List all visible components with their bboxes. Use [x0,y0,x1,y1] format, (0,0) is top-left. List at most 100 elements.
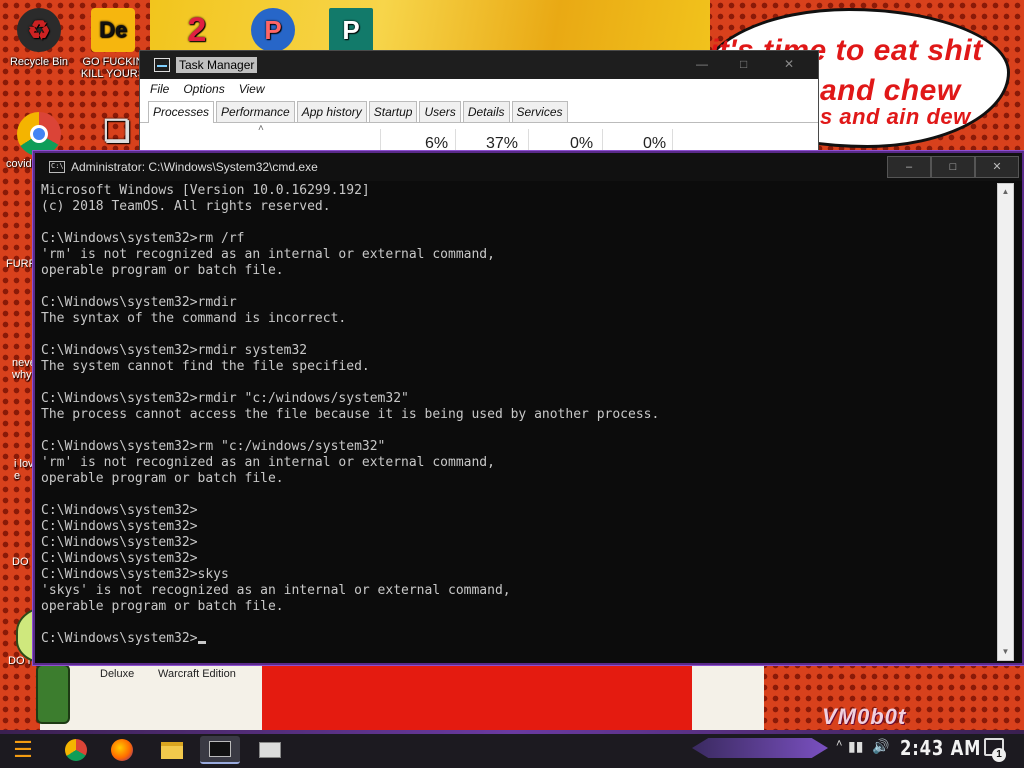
cmd-line [41,375,996,391]
cmd-line: C:\Windows\system32> [41,535,198,550]
cmd-maximize-button[interactable]: □ [931,156,975,178]
tab-processes[interactable]: Processes [148,101,215,123]
cmd-line: 'rm' is not recognized as an internal or… [41,455,495,470]
desktop-icon-publisher[interactable]: P [314,8,388,56]
tab-performance[interactable]: Performance [216,101,295,122]
cmd-titlebar[interactable]: C:\ Administrator: C:\Windows\System32\c… [35,153,1022,181]
desktop-icon-label-partial[interactable]: neve why [12,357,36,381]
cmd-line [41,423,996,439]
chrome-icon [17,112,61,156]
sort-arrow-icon[interactable]: ˄ [258,123,264,134]
taskbar-cmd[interactable] [200,736,240,764]
recycle-bin-icon: ♻ [17,8,61,52]
task-manager-title: Task Manager [176,57,258,73]
menu-file[interactable]: File [150,82,169,96]
cmd-line: operable program or batch file. [41,471,284,486]
cmd-icon: C:\ [49,161,65,173]
publisher-icon: P [329,8,373,52]
taskbar-decoration [692,738,828,758]
tab-services[interactable]: Services [511,101,568,122]
tm-close-button[interactable]: ✕ [784,57,794,71]
cmd-line: C:\Windows\system32> [41,503,198,518]
p-app-icon: P [251,8,295,52]
cmd-line: 'skys' is not recognized as an internal … [41,583,511,598]
tab-details[interactable]: Details [462,101,510,122]
wallpaper-panel [262,664,692,730]
start-button[interactable]: ☰ [6,734,40,766]
show-hidden-icons-icon[interactable]: ˄ [836,738,842,750]
taskbar: ☰ ˄ ▮▮ 🔊 2:43 AM 1 [0,730,1024,768]
cmd-line: Microsoft Windows [Version 10.0.16299.19… [41,183,370,198]
cmd-minimize-button[interactable]: – [887,156,931,178]
cmd-line: The system cannot find the file specifie… [41,359,370,374]
desktop-icon-label: Recycle Bin [9,56,69,68]
task-manager-window[interactable]: Task Manager — □ ✕ File Options View Pro… [139,50,819,153]
cmd-line: C:\Windows\system32>rmdir [41,295,237,310]
task-manager-tabs: Processes Performance App history Startu… [140,99,818,123]
desktop-icon-game[interactable]: 2 [160,8,234,56]
cmd-window[interactable]: C:\ Administrator: C:\Windows\System32\c… [33,151,1024,665]
cmd-line [41,327,996,343]
wallpaper-watermark: VM0b0t [822,704,907,729]
cmd-icon [209,741,231,757]
tab-startup[interactable]: Startup [368,101,418,122]
text-cursor [197,641,206,644]
taskbar-file-explorer[interactable] [152,736,192,764]
desktop-icon-label-partial[interactable]: FURR [6,258,37,270]
firefox-icon [111,739,133,761]
task-manager-titlebar[interactable]: Task Manager — □ ✕ [140,51,818,79]
network-icon[interactable]: ▮▮ [848,738,863,755]
notification-badge: 1 [992,748,1006,762]
cmd-line: (c) 2018 TeamOS. All rights reserved. [41,199,331,214]
cmd-line [41,487,996,503]
cmd-scrollbar[interactable]: ▲ ▼ [997,183,1014,661]
menu-view[interactable]: View [239,82,265,96]
task-manager-icon [259,742,281,758]
cmd-output[interactable]: Microsoft Windows [Version 10.0.16299.19… [41,183,996,663]
cmd-line [41,215,996,231]
menu-options[interactable]: Options [183,82,224,96]
desktop-icon-label-deluxe[interactable]: Deluxe [100,668,134,680]
wallpaper-panel [692,664,764,730]
de-app-icon: De [91,8,135,52]
start-icon: ☰ [13,737,33,762]
cmd-line: C:\Windows\system32>skys [41,567,229,582]
scroll-up-arrow-icon[interactable]: ▲ [998,184,1013,200]
taskbar-clock[interactable]: 2:43 AM [900,736,981,760]
tm-maximize-button[interactable]: □ [740,57,747,71]
cmd-line: C:\Windows\system32>rmdir "c:/windows/sy… [41,391,409,406]
bubble-text-line-3: s and ain dew [820,104,971,129]
tab-users[interactable]: Users [419,101,461,122]
bubble-text-line-2: and chew [820,74,961,107]
tab-app-history[interactable]: App history [296,101,367,122]
cmd-line: The process cannot access the file becau… [41,407,660,422]
taskbar-accent-band [0,730,1024,734]
cmd-line [41,615,996,631]
task-manager-header-row: ˄ 6% 37% 0% 0% [140,123,818,153]
desktop-icon-recycle-bin[interactable]: ♻ Recycle Bin [2,8,76,68]
cmd-line: operable program or batch file. [41,263,284,278]
desktop-icon-label-warcraft[interactable]: Warcraft Edition [158,668,236,680]
cmd-line: 'rm' is not recognized as an internal or… [41,247,495,262]
cmd-line: C:\Windows\system32> [41,551,198,566]
chrome-icon [65,739,87,761]
desktop-icon-label-partial[interactable]: DO I [12,556,35,568]
scroll-track[interactable] [998,200,1013,644]
cmd-line [41,279,996,295]
taskbar-firefox[interactable] [102,736,142,764]
game-2-icon: 2 [187,11,207,49]
cmd-close-button[interactable]: ✕ [975,156,1019,178]
taskbar-task-manager[interactable] [250,736,290,764]
desktop-icon-p-app[interactable]: P [236,8,310,56]
task-manager-icon [154,58,170,72]
cmd-line: C:\Windows\system32> [41,631,996,647]
cmd-line: C:\Windows\system32>rm "c:/windows/syste… [41,439,386,454]
cmd-title: Administrator: C:\Windows\System32\cmd.e… [71,160,318,174]
cmd-line: C:\Windows\system32> [41,519,198,534]
task-manager-menubar: File Options View [140,79,818,99]
cmd-line: C:\Windows\system32>rmdir system32 [41,343,308,358]
scroll-down-arrow-icon[interactable]: ▼ [998,644,1013,660]
tm-minimize-button[interactable]: — [696,57,708,71]
taskbar-chrome[interactable] [56,736,96,764]
volume-icon[interactable]: 🔊 [872,738,889,755]
